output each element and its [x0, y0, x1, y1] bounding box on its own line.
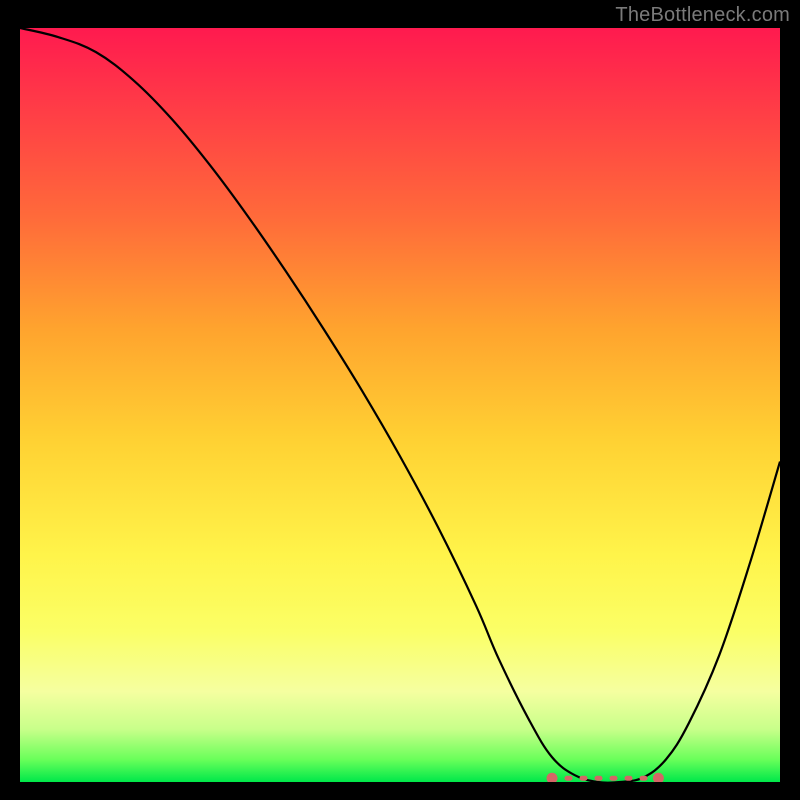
marker-end-dot-left — [547, 773, 558, 782]
marker-end-dot-right — [653, 773, 664, 782]
bottleneck-curve-path — [20, 28, 780, 782]
chart-container: TheBottleneck.com — [0, 0, 800, 800]
curve-layer — [20, 28, 780, 782]
watermark-text: TheBottleneck.com — [615, 4, 790, 27]
plot-area — [20, 28, 780, 782]
marker-group — [547, 773, 664, 782]
